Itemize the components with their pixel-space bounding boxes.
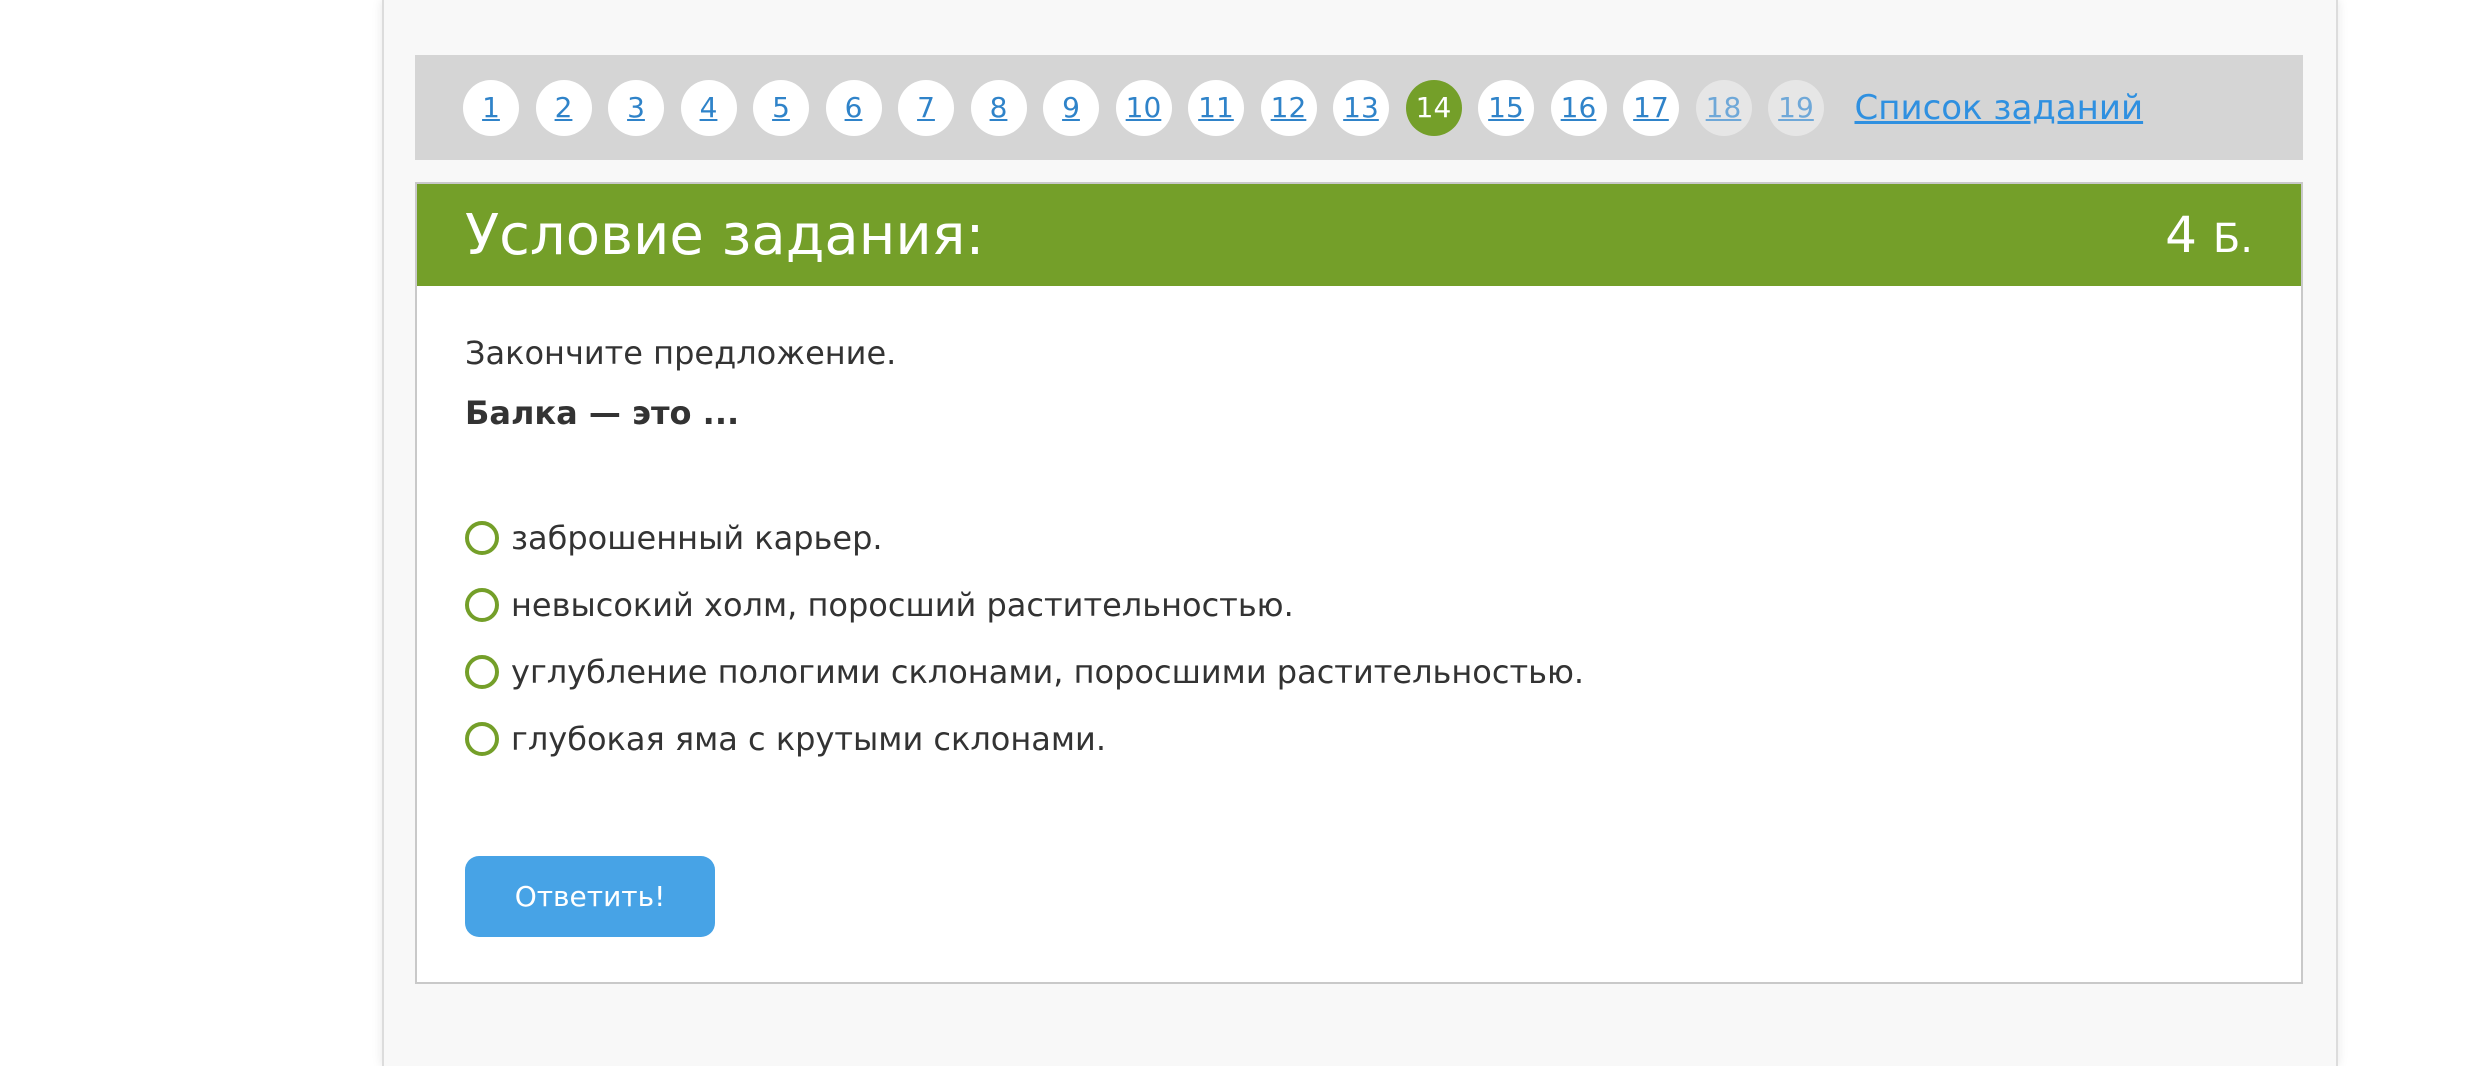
task-card: Условие задания: 4 Б. Закончите предложе… — [415, 182, 2303, 984]
answer-option-4[interactable]: глубокая яма с крутыми склонами. — [465, 705, 2253, 772]
task-link-15[interactable]: 15 — [1478, 79, 1534, 136]
task-link-4[interactable]: 4 — [680, 79, 737, 136]
points-value: 4 — [2165, 206, 2197, 264]
task-link-14-current: 14 — [1405, 79, 1462, 136]
answer-option-1[interactable]: заброшенный карьер. — [465, 504, 2253, 571]
task-link-9[interactable]: 9 — [1043, 79, 1099, 136]
answer-option-label: невысокий холм, поросший растительностью… — [511, 585, 1294, 624]
task-navigation: 1 2 3 4 5 6 7 8 9 10 11 12 13 14 15 16 1… — [415, 55, 2303, 160]
task-link-1[interactable]: 1 — [463, 79, 519, 136]
answer-option-3[interactable]: углубление пологими склонами, поросшими … — [465, 638, 2253, 705]
task-link-10[interactable]: 10 — [1115, 79, 1172, 136]
task-link-13[interactable]: 13 — [1333, 79, 1389, 136]
task-link-18[interactable]: 18 — [1695, 79, 1752, 136]
task-points: 4 Б. — [2165, 206, 2253, 264]
radio-button[interactable] — [465, 721, 499, 756]
answer-option-label: глубокая яма с крутыми склонами. — [511, 719, 1106, 758]
task-link-7[interactable]: 7 — [898, 79, 954, 136]
task-body: Закончите предложение. Балка — это ... з… — [417, 286, 2301, 937]
task-link-17[interactable]: 17 — [1623, 79, 1679, 136]
task-link-11[interactable]: 11 — [1188, 79, 1244, 136]
submit-answer-button[interactable]: Ответить! — [465, 856, 715, 937]
task-link-8[interactable]: 8 — [970, 79, 1027, 136]
task-link-12[interactable]: 12 — [1260, 79, 1317, 136]
points-unit: Б. — [2212, 216, 2253, 262]
answer-option-2[interactable]: невысокий холм, поросший растительностью… — [465, 571, 2253, 638]
task-link-2[interactable]: 2 — [535, 79, 592, 136]
task-header: Условие задания: 4 Б. — [417, 184, 2301, 286]
radio-button[interactable] — [465, 587, 499, 622]
task-link-5[interactable]: 5 — [753, 79, 809, 136]
radio-button[interactable] — [465, 520, 499, 555]
answer-option-label: углубление пологими склонами, поросшими … — [511, 652, 1585, 691]
task-list-link[interactable]: Список заданий — [1855, 88, 2144, 128]
task-question: Балка — это ... — [465, 394, 740, 432]
radio-button[interactable] — [465, 654, 499, 689]
task-title: Условие задания: — [465, 202, 985, 268]
task-link-19[interactable]: 19 — [1768, 79, 1824, 136]
task-link-6[interactable]: 6 — [825, 79, 882, 136]
task-instruction: Закончите предложение. — [465, 334, 897, 372]
task-link-16[interactable]: 16 — [1550, 79, 1607, 136]
task-link-3[interactable]: 3 — [608, 79, 664, 136]
answer-option-label: заброшенный карьер. — [511, 518, 883, 557]
